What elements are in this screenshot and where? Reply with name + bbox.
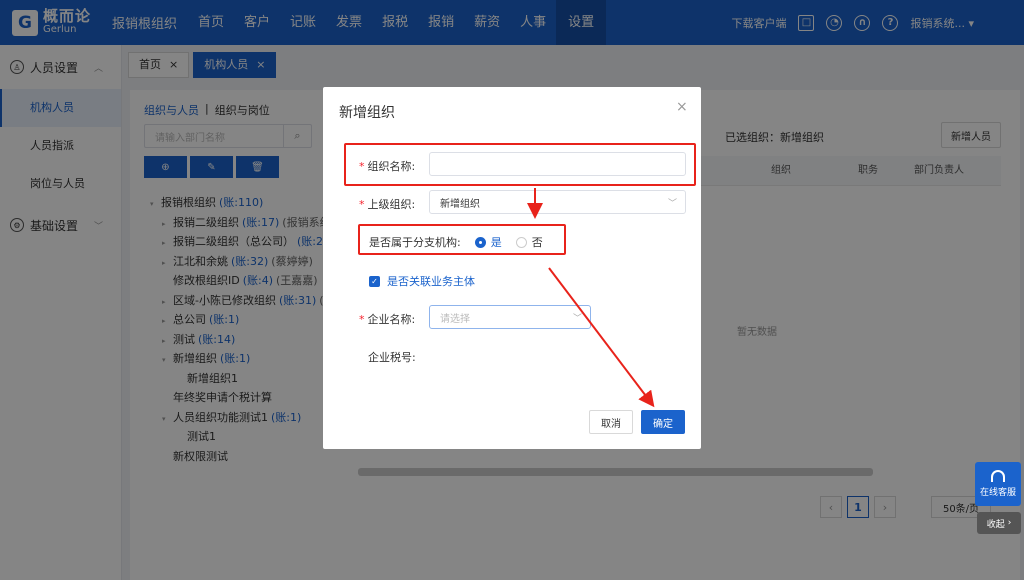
annotation-arrow <box>548 267 655 408</box>
annotation-arrows <box>527 188 655 408</box>
